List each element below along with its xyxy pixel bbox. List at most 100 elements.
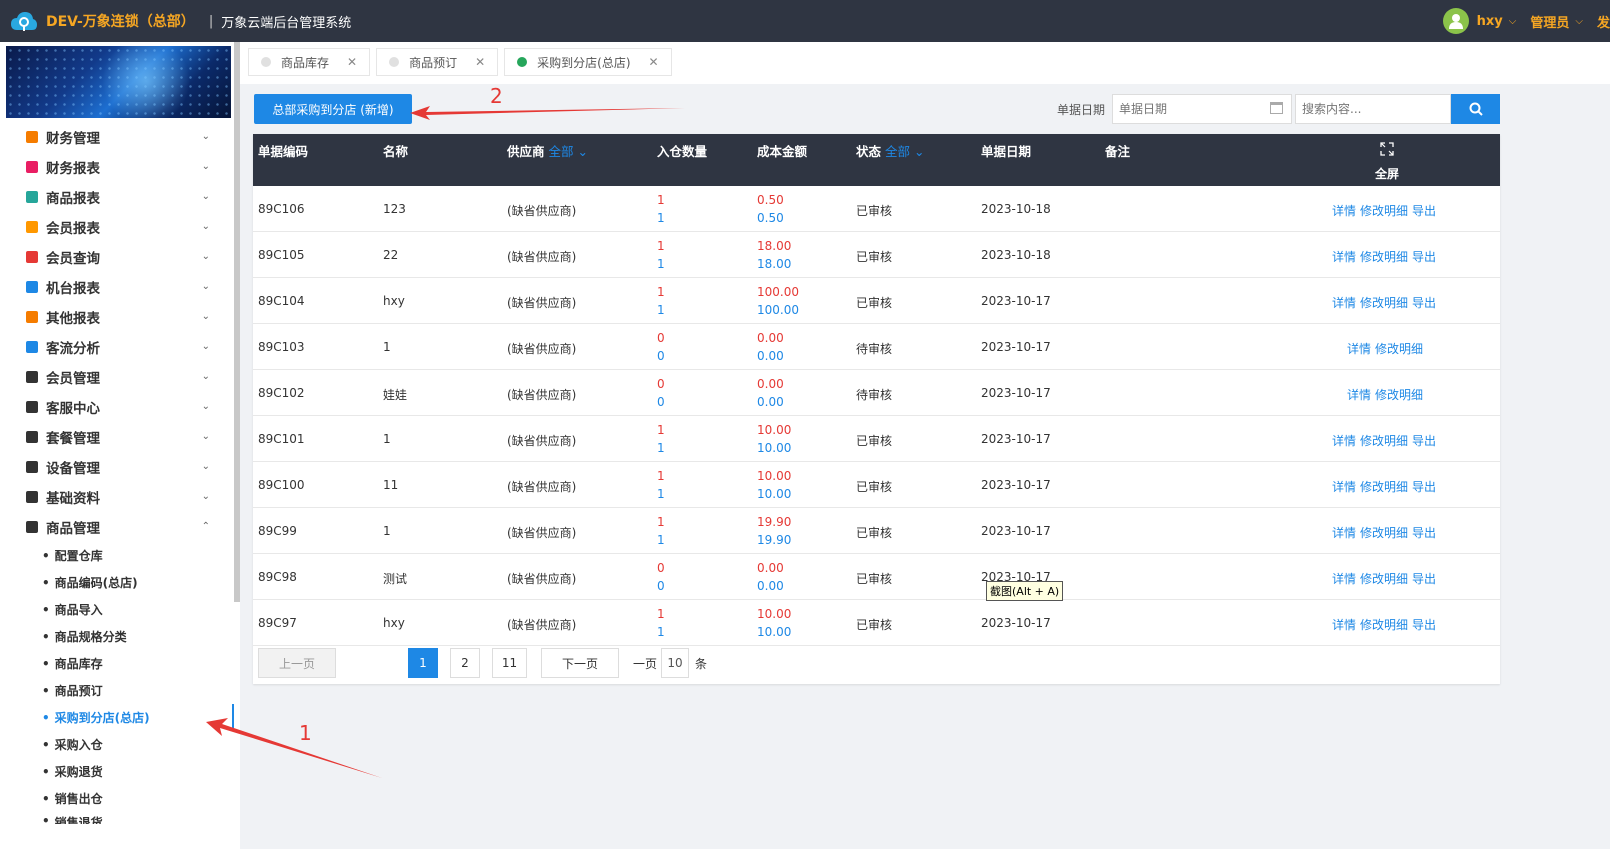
fullscreen-button[interactable]: 全屏	[1375, 142, 1399, 182]
detail-link[interactable]: 详情	[1332, 434, 1356, 448]
detail-link[interactable]: 详情	[1347, 388, 1371, 402]
sidebar-item[interactable]: 其他报表 ⌄	[0, 302, 222, 332]
edit-detail-link[interactable]: 修改明细	[1360, 204, 1408, 218]
supplier-filter[interactable]: 全部 ⌄	[549, 144, 588, 159]
cell-qty-top: 1	[657, 469, 665, 483]
export-link[interactable]: 导出	[1412, 618, 1436, 632]
cell-qty-top: 0	[657, 377, 665, 391]
detail-link[interactable]: 详情	[1332, 572, 1356, 586]
detail-link[interactable]: 详情	[1332, 296, 1356, 310]
sidebar-item[interactable]: 会员查询 ⌄	[0, 242, 222, 272]
detail-link[interactable]: 详情	[1332, 204, 1356, 218]
cell-qty-bottom: 0	[657, 395, 665, 409]
role-menu[interactable]: 管理员	[1530, 12, 1569, 31]
sidebar-item[interactable]: 基础资料 ⌄	[0, 482, 222, 512]
edit-detail-link[interactable]: 修改明细	[1360, 572, 1408, 586]
export-link[interactable]: 导出	[1412, 434, 1436, 448]
header-truncated-item[interactable]: 发	[1597, 12, 1610, 31]
tab[interactable]: 商品预订 ✕	[376, 48, 499, 76]
sidebar-subitem[interactable]: • 销售退货	[0, 812, 234, 824]
sidebar-subitem[interactable]: • 商品规格分类	[0, 623, 234, 650]
detail-link[interactable]: 详情	[1332, 250, 1356, 264]
user-area: hxy ⌵ 管理员 ⌵ 发	[1442, 0, 1610, 42]
sidebar-item[interactable]: 会员管理 ⌄	[0, 362, 222, 392]
detail-link[interactable]: 详情	[1332, 480, 1356, 494]
sidebar-subitem[interactable]: • 销售出仓	[0, 785, 234, 812]
export-link[interactable]: 导出	[1412, 204, 1436, 218]
sidebar-scrollbar[interactable]	[234, 42, 240, 602]
sidebar-subitem[interactable]: • 商品库存	[0, 650, 234, 677]
date-input[interactable]	[1112, 94, 1292, 124]
add-purchase-button[interactable]: 总部采购到分店 (新增)	[254, 94, 412, 124]
edit-detail-link[interactable]: 修改明细	[1360, 618, 1408, 632]
sidebar-item[interactable]: 套餐管理 ⌄	[0, 422, 222, 452]
page-button[interactable]: 2	[450, 648, 480, 678]
sidebar-item[interactable]: 设备管理 ⌄	[0, 452, 222, 482]
next-page-button[interactable]: 下一页	[541, 648, 619, 678]
sidebar-subitem-label: 销售出仓	[54, 792, 103, 806]
prev-page-button[interactable]: 上一页	[258, 648, 336, 678]
page-button[interactable]: 11	[492, 648, 527, 678]
tab[interactable]: 商品库存 ✕	[248, 48, 371, 76]
bullet-icon: •	[42, 791, 50, 806]
cell-cost-bottom: 0.00	[757, 395, 784, 409]
close-icon[interactable]: ✕	[347, 55, 357, 69]
cell-name: 1	[383, 340, 391, 354]
logo[interactable]: DEV-万象连锁（总部） | 万象云端后台管理系统	[10, 10, 351, 32]
sidebar-subitem[interactable]: • 商品预订	[0, 677, 234, 704]
bullet-icon: •	[42, 737, 50, 752]
edit-detail-link[interactable]: 修改明细	[1375, 342, 1423, 356]
export-link[interactable]: 导出	[1412, 572, 1436, 586]
calendar-icon[interactable]	[1270, 102, 1283, 114]
edit-detail-link[interactable]: 修改明细	[1360, 526, 1408, 540]
sidebar-item[interactable]: 商品报表 ⌄	[0, 182, 222, 212]
sidebar-subitem[interactable]: • 采购到分店(总店)	[0, 704, 234, 731]
row-actions: 详情 修改明细 导出	[1332, 616, 1440, 633]
sidebar-item[interactable]: 财务报表 ⌄	[0, 152, 222, 182]
edit-detail-link[interactable]: 修改明细	[1360, 250, 1408, 264]
page-button[interactable]: 1	[408, 648, 438, 678]
status-filter[interactable]: 全部 ⌄	[885, 144, 924, 159]
export-link[interactable]: 导出	[1412, 296, 1436, 310]
search-button[interactable]	[1451, 94, 1500, 124]
sidebar-item[interactable]: 财务管理 ⌄	[0, 122, 222, 152]
export-link[interactable]: 导出	[1412, 526, 1436, 540]
search-input[interactable]	[1295, 94, 1451, 124]
sidebar-subitem[interactable]: • 采购退货	[0, 758, 234, 785]
sidebar-subitem[interactable]: • 采购入仓	[0, 731, 234, 758]
cell-code: 89C104	[258, 294, 305, 308]
sidebar-subitem-label: 配置仓库	[54, 549, 103, 563]
close-icon[interactable]: ✕	[475, 55, 485, 69]
export-link[interactable]: 导出	[1412, 480, 1436, 494]
sidebar-item[interactable]: 会员报表 ⌄	[0, 212, 222, 242]
detail-link[interactable]: 详情	[1332, 618, 1356, 632]
edit-detail-link[interactable]: 修改明细	[1360, 480, 1408, 494]
chevron-down-icon[interactable]: ⌵	[1575, 16, 1583, 27]
edit-icon	[26, 431, 38, 443]
chevron-down-icon[interactable]: ⌵	[1509, 16, 1517, 27]
per-page-input[interactable]	[661, 648, 690, 678]
annotation-number-1: 1	[299, 721, 312, 745]
avatar[interactable]	[1442, 8, 1469, 34]
user-name[interactable]: hxy	[1477, 14, 1503, 29]
cell-supplier: (缺省供应商)	[507, 480, 577, 494]
sidebar-item[interactable]: 客流分析 ⌄	[0, 332, 222, 362]
export-link[interactable]: 导出	[1412, 250, 1436, 264]
row-actions: 详情 修改明细 导出	[1332, 570, 1440, 587]
close-icon[interactable]: ✕	[649, 55, 659, 69]
annotation-number-2: 2	[490, 84, 503, 108]
detail-link[interactable]: 详情	[1347, 342, 1371, 356]
detail-link[interactable]: 详情	[1332, 526, 1356, 540]
sidebar-item[interactable]: 客服中心 ⌄	[0, 392, 222, 422]
edit-detail-link[interactable]: 修改明细	[1375, 388, 1423, 402]
sidebar-subitem[interactable]: • 商品编码(总店)	[0, 569, 234, 596]
sidebar-item-label: 会员管理	[46, 371, 100, 387]
edit-detail-link[interactable]: 修改明细	[1360, 434, 1408, 448]
sidebar-item[interactable]: 商品管理 ⌃	[0, 512, 222, 542]
sidebar-subitem[interactable]: • 商品导入	[0, 596, 234, 623]
row-actions: 详情 修改明细 导出	[1332, 248, 1440, 265]
sidebar-item[interactable]: 机台报表 ⌄	[0, 272, 222, 302]
sidebar-subitem[interactable]: • 配置仓库	[0, 542, 234, 569]
tab[interactable]: 采购到分店(总店) ✕	[504, 48, 672, 76]
edit-detail-link[interactable]: 修改明细	[1360, 296, 1408, 310]
